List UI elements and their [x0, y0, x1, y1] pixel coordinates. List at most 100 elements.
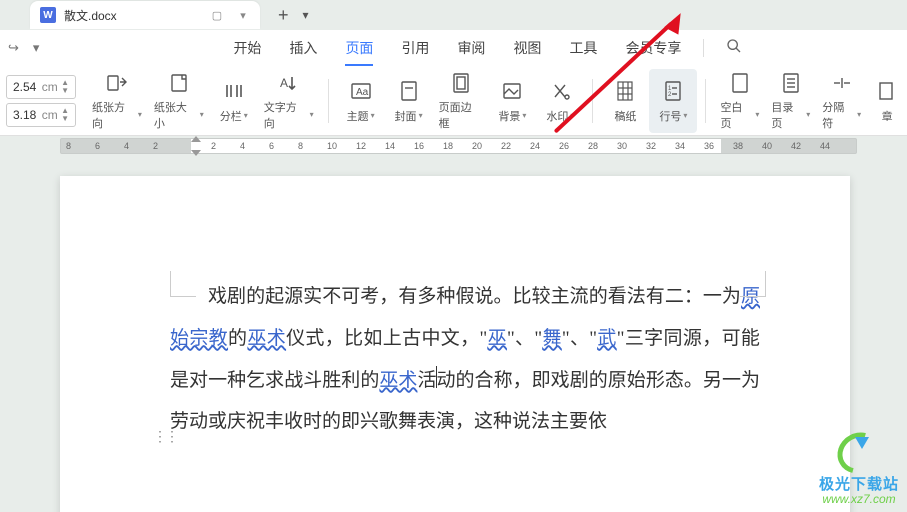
menu-reference[interactable]: 引用 [387, 30, 443, 66]
margin-corner-tl [170, 271, 196, 297]
margin-corner-tr [740, 271, 766, 297]
background-button[interactable]: 背景▾ [488, 69, 536, 133]
paragraph[interactable]: 戏剧的起源实不可考，有多种假说。比较主流的看法有二：一为原始宗教的巫术仪式，比如… [170, 276, 760, 443]
menu-review[interactable]: 审阅 [443, 30, 499, 66]
link-text[interactable]: 巫术 [379, 370, 417, 391]
ruler-tick: 24 [530, 141, 540, 151]
ruler-tick: 8 [66, 141, 71, 151]
link-text[interactable]: 武 [597, 328, 617, 349]
paragraph-drag-handle[interactable]: ⋮⋮ [153, 428, 177, 445]
menu-page[interactable]: 页面 [331, 30, 387, 66]
menu-view[interactable]: 视图 [499, 30, 555, 66]
left-indent-marker[interactable] [191, 150, 201, 156]
site-watermark: 极光下载站 www.xz7.com [819, 433, 899, 506]
blank-page-button[interactable]: 空白页▾ [714, 69, 765, 133]
toolbar-separator [705, 79, 706, 123]
redo-icon[interactable]: ↪ [8, 40, 19, 56]
margin-top-input[interactable]: 2.54 cm ▲▼ [6, 75, 76, 99]
ruler-tick: 32 [646, 141, 656, 151]
toolbar-separator [328, 79, 329, 123]
ruler-tick: 22 [501, 141, 511, 151]
margin-inputs: 2.54 cm ▲▼ 3.18 cm ▲▼ [6, 75, 76, 127]
word-doc-icon: W [40, 7, 56, 23]
ruler-tick: 34 [675, 141, 685, 151]
ruler-tick: 30 [617, 141, 627, 151]
page-border-button[interactable]: 页面边框 [433, 69, 489, 133]
watermark-logo-icon [837, 433, 881, 473]
columns-button[interactable]: 分栏▾ [210, 69, 258, 133]
svg-text:Aa: Aa [356, 87, 369, 98]
separator-icon [828, 71, 856, 95]
toolbar-separator [592, 79, 593, 123]
ruler-tick: 14 [385, 141, 395, 151]
menu-start[interactable]: 开始 [219, 30, 275, 66]
toc-page-button[interactable]: 目录页▾ [765, 69, 816, 133]
link-text[interactable]: 舞 [542, 328, 562, 349]
background-icon [498, 78, 526, 104]
menu-bar: ↪ ▾ 开始 插入 页面 引用 审阅 视图 工具 会员专享 [0, 30, 907, 66]
tab-window-icon[interactable]: ▢ [210, 8, 224, 22]
chapter-button[interactable]: 章 [867, 69, 907, 133]
stepper-icon[interactable]: ▲▼ [61, 79, 69, 95]
page-border-icon [447, 71, 475, 95]
horizontal-ruler[interactable]: 8642246810121416182022242628303234363840… [60, 138, 857, 154]
columns-icon [220, 78, 248, 104]
paper-size-button[interactable]: 纸张大小▾ [148, 69, 210, 133]
theme-icon: Aa [347, 78, 375, 104]
menu-separator [703, 39, 704, 57]
document-page[interactable]: 戏剧的起源实不可考，有多种假说。比较主流的看法有二：一为原始宗教的巫术仪式，比如… [60, 176, 850, 512]
text-direction-button[interactable]: A 文字方向▾ [258, 69, 320, 133]
line-number-button[interactable]: 12 行号▾ [649, 69, 697, 133]
tab-bar: W 散文.docx ▢ ▾ + ▾ [0, 0, 907, 30]
watermark-title: 极光下载站 [819, 473, 899, 494]
ruler-tick: 42 [791, 141, 801, 151]
separator-button[interactable]: 分隔符▾ [816, 69, 867, 133]
line-number-icon: 12 [659, 78, 687, 104]
menu-more-icon[interactable]: ▾ [33, 40, 40, 56]
ruler-tick: 16 [414, 141, 424, 151]
tab-more-icon[interactable]: ▾ [303, 8, 309, 22]
ruler-tick: 40 [762, 141, 772, 151]
ruler-tick: 12 [356, 141, 366, 151]
ruler-tick: 8 [298, 141, 303, 151]
toc-icon [777, 71, 805, 95]
ruler-tick: 36 [704, 141, 714, 151]
ruler-tick: 4 [240, 141, 245, 151]
theme-button[interactable]: Aa 主题▾ [337, 69, 385, 133]
watermark-url: www.xz7.com [822, 492, 895, 506]
orientation-button[interactable]: 纸张方向▾ [86, 69, 148, 133]
page-toolbar: 2.54 cm ▲▼ 3.18 cm ▲▼ 纸张方向▾ 纸张大小▾ 分栏▾ A … [0, 66, 907, 136]
document-area: 戏剧的起源实不可考，有多种假说。比较主流的看法有二：一为原始宗教的巫术仪式，比如… [0, 158, 907, 512]
link-text[interactable]: 巫术 [247, 328, 286, 349]
svg-text:2: 2 [668, 92, 672, 98]
menu-insert[interactable]: 插入 [275, 30, 331, 66]
menu-tools[interactable]: 工具 [555, 30, 611, 66]
ruler-tick: 2 [211, 141, 216, 151]
ruler-tick: 44 [820, 141, 830, 151]
tab-dropdown-icon[interactable]: ▾ [236, 8, 250, 22]
ruler-tick: 6 [95, 141, 100, 151]
ruler-tick: 6 [269, 141, 274, 151]
first-line-indent-marker[interactable] [191, 136, 201, 142]
text-direction-icon: A [275, 71, 303, 95]
ruler-tick: 18 [443, 141, 453, 151]
ruler-tick: 10 [327, 141, 337, 151]
orientation-icon [103, 71, 131, 95]
blank-page-icon [726, 71, 754, 95]
document-body[interactable]: 戏剧的起源实不可考，有多种假说。比较主流的看法有二：一为原始宗教的巫术仪式，比如… [170, 276, 760, 443]
chapter-icon [873, 78, 901, 104]
document-title: 散文.docx [64, 7, 198, 24]
stepper-icon[interactable]: ▲▼ [61, 107, 69, 123]
document-tab[interactable]: W 散文.docx ▢ ▾ [30, 1, 260, 29]
ruler-area: 8642246810121416182022242628303234363840… [0, 136, 907, 158]
ruler-tick: 20 [472, 141, 482, 151]
menu-member[interactable]: 会员专享 [611, 30, 695, 66]
manuscript-icon [611, 78, 639, 104]
margin-left-input[interactable]: 3.18 cm ▲▼ [6, 103, 76, 127]
new-tab-button[interactable]: + [278, 5, 289, 26]
ruler-tick: 4 [124, 141, 129, 151]
link-text[interactable]: 巫 [487, 328, 507, 349]
ruler-tick: 38 [733, 141, 743, 151]
cover-button[interactable]: 封面▾ [385, 69, 433, 133]
search-icon[interactable] [712, 38, 756, 58]
